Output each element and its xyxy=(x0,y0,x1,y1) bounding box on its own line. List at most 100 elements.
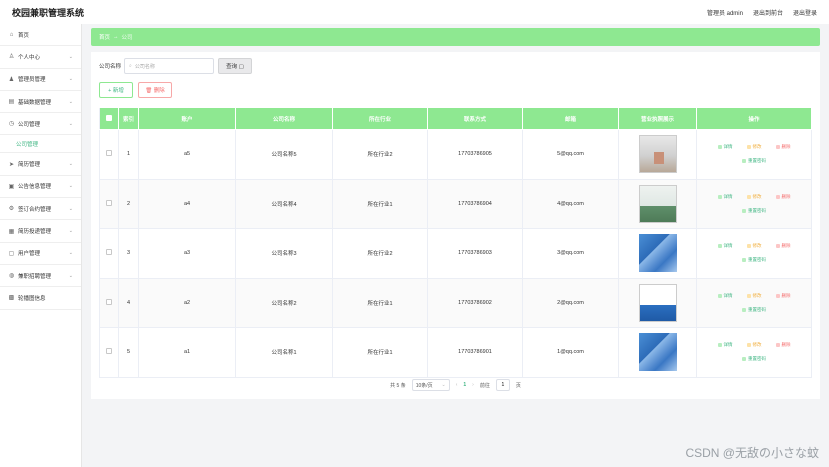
pagination: 共 5 条 10条/页 ⌄ ‹ 1 › 前往 页 xyxy=(91,379,820,391)
sidebar-item[interactable]: ◷ 公司管理 ⌄ xyxy=(0,113,81,136)
cell-company: 公司名称3 xyxy=(235,228,333,279)
sidebar-item[interactable]: ▢ 用户管理 ⌄ xyxy=(0,243,81,265)
reset-password-button[interactable]: 重置密码 xyxy=(742,158,766,164)
watermark: CSDN @无敌の小さな蚊 xyxy=(685,446,819,460)
sidebar-item[interactable]: ▩ 轮播图信息 xyxy=(0,287,81,310)
cell-industry: 所在行业2 xyxy=(332,129,428,180)
goto-page-input[interactable] xyxy=(495,379,510,391)
cell-license xyxy=(618,278,697,328)
sidebar-item-label: 公司管理 xyxy=(18,121,41,128)
cell-email: 2@qq.com xyxy=(522,278,619,328)
sidebar-item[interactable]: ♟ 管理员管理 ⌄ xyxy=(0,69,81,91)
reset-password-button[interactable]: 重置密码 xyxy=(742,208,766,214)
edit-button[interactable]: 修改 xyxy=(746,293,762,299)
reset-password-button[interactable]: 重置密码 xyxy=(742,307,766,313)
notice-icon: ▣ xyxy=(8,183,15,190)
sidebar-subitem-company[interactable]: 公司管理 xyxy=(0,135,81,154)
sidebar-item[interactable]: ➤ 简历管理 ⌄ xyxy=(0,153,81,176)
col-header-license: 营业执照展示 xyxy=(618,107,697,130)
cell-industry: 所在行业1 xyxy=(332,327,428,378)
chevron-down-icon: ⌄ xyxy=(68,98,73,105)
sidebar-item[interactable]: ⚙ 签订合约管理 ⌄ xyxy=(0,198,81,221)
delete-button[interactable]: 🗑 删除 xyxy=(138,82,172,98)
contract-icon: ⚙ xyxy=(8,206,15,213)
company-search-input[interactable]: ⌕ 公司名称 xyxy=(124,58,215,74)
cell-phone: 17703786901 xyxy=(427,327,523,378)
admin-icon: ♟ xyxy=(8,76,15,83)
select-all-checkbox[interactable] xyxy=(99,107,119,130)
query-button[interactable]: 查询 ▢ xyxy=(218,58,253,74)
table-header-row: 索引 账户 公司名称 所在行业 联系方式 邮箱 营业执照展示 操作 xyxy=(99,107,812,130)
license-image[interactable] xyxy=(638,135,677,174)
breadcrumb-current: 公司 xyxy=(121,35,133,41)
row-delete-button[interactable]: 删除 xyxy=(775,144,791,150)
cell-industry: 所在行业2 xyxy=(332,228,428,279)
send-icon: ➤ xyxy=(8,161,15,168)
next-page-icon[interactable]: › xyxy=(472,382,474,388)
breadcrumb: 首页 → 公司 xyxy=(91,28,820,46)
cell-email: 4@qq.com xyxy=(522,179,619,229)
detail-button[interactable]: 详情 xyxy=(717,342,733,348)
chevron-down-icon: ⌄ xyxy=(68,76,73,83)
edit-button[interactable]: 修改 xyxy=(746,243,762,249)
cell-email: 1@qq.com xyxy=(522,327,619,378)
sidebar-item[interactable]: ◍ 兼职招聘管理 ⌄ xyxy=(0,265,81,288)
sidebar-item-label: 兼职招聘管理 xyxy=(18,273,52,280)
row-delete-button[interactable]: 删除 xyxy=(775,342,791,348)
row-delete-button[interactable]: 删除 xyxy=(775,243,791,249)
edit-button[interactable]: 修改 xyxy=(746,194,762,200)
cell-industry: 所在行业1 xyxy=(332,278,428,328)
sidebar-item-label: 个人中心 xyxy=(18,54,41,61)
row-checkbox[interactable] xyxy=(99,179,119,229)
grid-icon: ▦ xyxy=(8,228,15,235)
carousel-icon: ▩ xyxy=(8,295,15,302)
cell-account: a5 xyxy=(138,129,236,180)
sidebar-item[interactable]: ▣ 公告信息管理 ⌄ xyxy=(0,176,81,199)
col-header-actions: 操作 xyxy=(696,107,812,130)
table-row: 5 a1 公司名称1 所在行业1 17703786901 1@qq.com 详情 修改 删除 重置… xyxy=(99,327,812,378)
detail-button[interactable]: 详情 xyxy=(717,243,733,249)
search-placeholder: 公司名称 xyxy=(134,63,155,70)
reset-password-button[interactable]: 重置密码 xyxy=(742,257,766,263)
license-image[interactable] xyxy=(638,234,677,273)
detail-button[interactable]: 详情 xyxy=(717,194,733,200)
sidebar-item-label: 简历投递管理 xyxy=(18,229,52,236)
edit-button[interactable]: 修改 xyxy=(746,342,762,348)
col-header-index: 索引 xyxy=(118,107,139,130)
to-front-link[interactable]: 退出到前台 xyxy=(753,8,783,17)
row-delete-button[interactable]: 删除 xyxy=(775,293,791,299)
sidebar-item-label: 用户管理 xyxy=(18,251,41,258)
breadcrumb-home[interactable]: 首页 xyxy=(99,33,110,41)
row-checkbox[interactable] xyxy=(99,129,119,180)
page-size-select[interactable]: 10条/页 ⌄ xyxy=(411,379,450,391)
row-checkbox[interactable] xyxy=(99,278,119,328)
cell-phone: 17703786904 xyxy=(427,179,523,229)
chevron-down-icon: ⌄ xyxy=(68,205,73,212)
sidebar-item[interactable]: ⌂ 首页 xyxy=(0,24,81,47)
sidebar-item[interactable]: ▦ 简历投递管理 ⌄ xyxy=(0,220,81,243)
row-checkbox[interactable] xyxy=(99,327,119,378)
edit-button[interactable]: 修改 xyxy=(746,144,762,150)
sidebar-item[interactable]: ▤ 基础数据管理 ⌄ xyxy=(0,91,81,114)
sidebar-item[interactable]: ♙ 个人中心 ⌄ xyxy=(0,46,81,69)
detail-button[interactable]: 详情 xyxy=(717,293,733,299)
reset-password-button[interactable]: 重置密码 xyxy=(742,356,766,362)
chevron-down-icon: ⌄ xyxy=(68,161,73,168)
logout-link[interactable]: 退出登录 xyxy=(793,8,817,17)
license-image[interactable] xyxy=(638,333,677,372)
sidebar-item-label: 基础数据管理 xyxy=(18,99,52,106)
sidebar-item-label: 首页 xyxy=(18,32,30,39)
cell-license xyxy=(618,228,697,279)
app-title: 校园兼职管理系统 xyxy=(12,7,85,18)
add-button[interactable]: + 新增 xyxy=(99,82,133,98)
row-delete-button[interactable]: 删除 xyxy=(775,194,791,200)
current-page[interactable]: 1 xyxy=(463,382,466,388)
table-row: 1 a5 公司名称5 所在行业2 17703786905 5@qq.com 详情 修改 删除 重置… xyxy=(99,129,812,180)
prev-page-icon[interactable]: ‹ xyxy=(456,382,458,388)
chevron-down-icon: ⌄ xyxy=(68,272,73,279)
row-checkbox[interactable] xyxy=(99,228,119,279)
detail-button[interactable]: 详情 xyxy=(717,144,733,150)
cell-license xyxy=(618,327,697,378)
license-image[interactable] xyxy=(638,184,677,223)
license-image[interactable] xyxy=(638,283,677,322)
